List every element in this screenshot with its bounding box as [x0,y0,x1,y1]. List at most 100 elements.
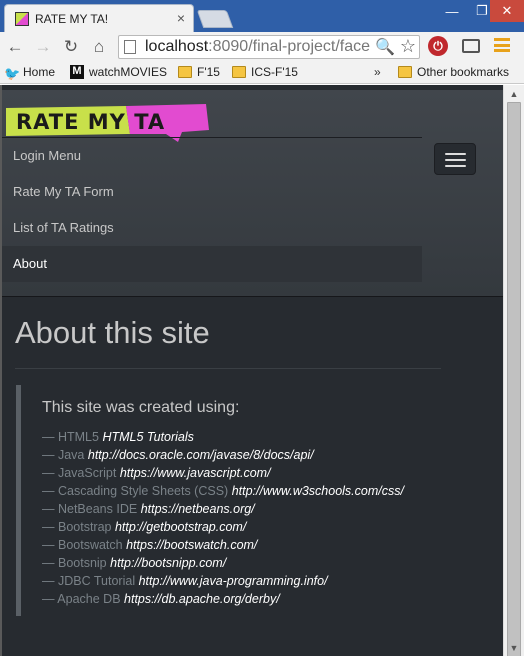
credits-lead: This site was created using: [42,399,240,416]
nav-item-list-of-ta-ratings[interactable]: List of TA Ratings [2,210,422,246]
hamburger-bar [445,159,466,161]
bookmark-folder-f15[interactable]: F'15 [178,65,220,79]
credit-item: — JavaScript https://www.javascript.com/ [42,464,404,482]
credit-item: — Bootsnip http://bootsnipp.com/ [42,554,404,572]
chrome-menu-icon[interactable] [494,38,510,52]
search-icon[interactable]: 🔍 [375,37,395,57]
credit-name: Bootstrap [57,520,112,534]
close-window-button[interactable]: ✕ [490,0,524,22]
bookmark-label: F'15 [197,65,220,79]
nav-menu: Login Menu Rate My TA Form List of TA Ra… [2,138,422,282]
other-bookmarks[interactable]: Other bookmarks [398,65,509,79]
nav-item-about[interactable]: About [2,246,422,282]
scroll-down-arrow-icon[interactable]: ▼ [504,639,524,656]
url-text: localhost:8090/final-project/face [145,38,370,56]
credit-name: Apache DB [57,592,121,606]
twitter-bird-icon: 🐦 [4,66,21,81]
browser-tab[interactable]: RATE MY TA! × [4,4,194,32]
credit-dash: — [42,466,55,480]
credit-item: — Java http://docs.oracle.com/javase/8/d… [42,446,404,464]
credit-dash: — [42,484,55,498]
page-title: About this site [15,315,210,350]
credit-name: Bootswatch [57,538,123,552]
address-bar[interactable]: localhost:8090/final-project/face 🔍 ☆ [118,35,420,59]
credit-dash: — [42,448,55,462]
bookmark-label: Other bookmarks [417,65,510,79]
bookmark-star-icon[interactable]: ☆ [400,36,416,57]
folder-icon [232,66,246,78]
credit-item: — NetBeans IDE https://netbeans.org/ [42,500,404,518]
folder-icon [178,66,192,78]
credit-link[interactable]: http://docs.oracle.com/javase/8/docs/api… [88,448,314,462]
credit-name: JavaScript [57,466,117,480]
bookmark-home[interactable]: 🐦 Home [4,65,56,81]
credit-link[interactable]: https://www.javascript.com/ [120,466,271,480]
credit-link[interactable]: https://netbeans.org/ [141,502,255,516]
tab-strip: RATE MY TA! × — ❐ ✕ [0,0,524,32]
url-host: localhost [145,38,209,55]
credit-link[interactable]: http://getbootstrap.com/ [115,520,246,534]
credits-list: — HTML5 HTML5 Tutorials — Java http://do… [42,428,404,608]
scrollbar-thumb[interactable] [507,102,521,656]
url-path: :8090/final-project/face [208,38,371,55]
nav-item-login-menu[interactable]: Login Menu [2,138,422,174]
hamburger-bar [445,165,466,167]
title-divider [15,368,441,369]
reload-button[interactable]: ↻ [60,36,82,58]
credit-item: — Apache DB https://db.apache.org/derby/ [42,590,404,608]
credit-name: NetBeans IDE [57,502,138,516]
bookmark-watchmovies[interactable]: M watchMOVIES [70,65,167,79]
bookmark-folder-ics-f15[interactable]: ICS-F'15 [232,65,298,79]
tab-close-icon[interactable]: × [177,10,185,26]
credit-link[interactable]: https://db.apache.org/derby/ [124,592,280,606]
bookmarks-overflow-button[interactable]: » [374,65,381,79]
credit-dash: — [42,502,55,516]
credit-name: Bootsnip [57,556,107,570]
navbar-toggle-button[interactable] [434,143,476,175]
credit-dash: — [42,430,55,444]
hamburger-bar [445,153,466,155]
credit-item: — Bootswatch https://bootswatch.com/ [42,536,404,554]
credit-item: — JDBC Tutorial http://www.java-programm… [42,572,404,590]
credit-dash: — [42,520,55,534]
credit-link[interactable]: HTML5 Tutorials [102,430,193,444]
credit-link[interactable]: http://www.w3schools.com/css/ [232,484,404,498]
credit-link[interactable]: http://www.java-programming.info/ [139,574,328,588]
back-button[interactable]: ← [4,36,26,58]
folder-icon [398,66,412,78]
scroll-up-arrow-icon[interactable]: ▲ [504,85,524,102]
credit-name: HTML5 [57,430,99,444]
forward-button[interactable]: → [32,36,54,58]
tab-title: RATE MY TA! [35,12,109,26]
bookmark-label: Home [23,65,56,79]
m-letter-icon: M [70,65,84,79]
credit-item: — Cascading Style Sheets (CSS) http://ww… [42,482,404,500]
credits-blockquote: This site was created using: — HTML5 HTM… [16,385,436,616]
page-icon [124,40,136,54]
cast-icon[interactable] [462,39,480,53]
credit-name: Cascading Style Sheets (CSS) [57,484,229,498]
credit-item: — Bootstrap http://getbootstrap.com/ [42,518,404,536]
home-button[interactable]: ⌂ [88,36,110,58]
credit-dash: — [42,556,55,570]
credit-item: — HTML5 HTML5 Tutorials [42,428,404,446]
credit-dash: — [42,574,55,588]
credit-name: Java [57,448,85,462]
extension-power-icon[interactable]: ⏻ [428,36,448,56]
new-tab-button[interactable] [196,10,234,28]
logo-text: RATE MY TA [16,110,165,134]
site-favicon-icon [15,12,29,26]
credit-name: JDBC Tutorial [57,574,136,588]
navbar: RATE MY TA Login Menu Rate My TA Form Li… [2,90,503,297]
minimize-button[interactable]: — [436,0,468,22]
credit-link[interactable]: http://bootsnipp.com/ [110,556,226,570]
credit-link[interactable]: https://bootswatch.com/ [126,538,257,552]
bookmarks-bar: 🐦 Home M watchMOVIES F'15 ICS-F'15 » Oth… [0,62,524,84]
page-viewport: RATE MY TA Login Menu Rate My TA Form Li… [0,85,503,656]
bookmark-label: watchMOVIES [89,65,168,79]
bookmark-label: ICS-F'15 [251,65,298,79]
credit-dash: — [42,538,55,552]
credit-dash: — [42,592,55,606]
vertical-scrollbar[interactable]: ▲ ▼ [503,85,524,656]
nav-item-rate-my-ta-form[interactable]: Rate My TA Form [2,174,422,210]
